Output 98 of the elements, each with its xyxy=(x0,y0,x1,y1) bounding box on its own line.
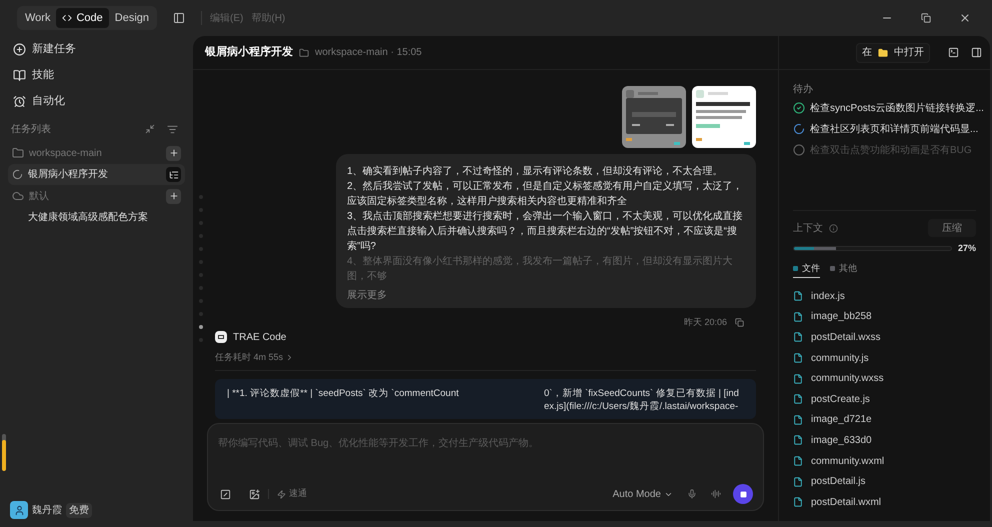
workspace-label: workspace-main · 15:05 xyxy=(315,46,422,60)
duration-toggle[interactable]: 任务耗时 4m 55s xyxy=(215,350,294,364)
plus-icon xyxy=(168,148,178,158)
file-icon xyxy=(793,456,803,466)
file-icon xyxy=(793,291,803,302)
folder-icon xyxy=(878,48,888,58)
list-tree-icon xyxy=(168,170,178,180)
table-row-text: 0`，新增 `fixSeedCounts` 修复已有数据 | [index.js](file:///c:/Users/魏丹霞/.lastai/workspace- xyxy=(544,387,740,413)
speed-button[interactable]: 速通 xyxy=(277,487,307,501)
cloud-icon xyxy=(12,190,24,202)
section-title: 任务列表 xyxy=(11,122,52,136)
task-title: 银屑病小程序开发 xyxy=(205,44,293,60)
file-item[interactable]: image_d721e xyxy=(793,410,976,430)
task-item[interactable]: 大健康领域高级感配色方案 xyxy=(8,207,185,228)
file-item[interactable]: community.wxml xyxy=(793,450,976,472)
message-text: 2、然后我尝试了发帖，可以正常发布，但是自定义标签感觉有用户自定义填写，太泛了，应该固定标签类型名称，这样用户搜索相关内容也更精准和齐全 xyxy=(347,180,744,209)
add-task-button[interactable] xyxy=(166,188,181,204)
open-in-prefix: 在 xyxy=(862,46,872,60)
nav-item[interactable]: 自动化 xyxy=(8,88,185,114)
folder-icon xyxy=(12,147,24,159)
nav-item[interactable]: 技能 xyxy=(8,62,185,88)
terminal-icon[interactable] xyxy=(948,47,959,58)
restore-icon[interactable] xyxy=(921,13,931,23)
lightning-icon xyxy=(277,490,286,498)
message-text: 4、整体界面没有像小红书那样的感觉，我发布一篇帖子，有图片，但却没有显示图片大图，不够 xyxy=(347,254,734,284)
microphone-icon[interactable] xyxy=(687,489,697,499)
context-tab[interactable]: 文件 xyxy=(793,262,820,278)
mode-dropdown[interactable]: Auto Mode xyxy=(612,486,673,502)
todo-text: 检查双击点赞功能和动画是否有BUG xyxy=(810,144,972,158)
group-name: workspace-main xyxy=(29,146,103,160)
prompt-input[interactable]: 帮你编写代码、调试 Bug、优化性能等开发工作，交付生产级代码产物。 xyxy=(218,436,753,451)
file-icon xyxy=(793,497,803,508)
message-time: 昨天 20:06 xyxy=(684,316,727,329)
file-item[interactable]: postDetail.wxml xyxy=(793,492,976,513)
filter-icon[interactable] xyxy=(167,124,178,134)
file-item[interactable]: index.js xyxy=(793,286,976,307)
panel-toggle-icon[interactable] xyxy=(971,47,982,58)
agent-name: TRAE Code xyxy=(233,330,286,344)
file-item[interactable]: postCreate.js xyxy=(793,388,976,410)
sidebar-toggle-icon[interactable] xyxy=(173,12,186,24)
file-icon xyxy=(793,332,803,342)
compress-button[interactable]: 压缩 xyxy=(928,219,976,237)
image-icon[interactable] xyxy=(249,488,260,500)
stop-button[interactable] xyxy=(733,484,753,504)
alarm-clock-icon xyxy=(13,94,26,108)
audio-wave-icon[interactable] xyxy=(711,489,721,499)
todo-text: 检查社区列表页和详情页前端代码显... xyxy=(810,122,978,136)
stop-icon xyxy=(740,490,746,498)
mode-tab[interactable]: Work xyxy=(19,8,56,28)
file-item[interactable]: postDetail.wxss xyxy=(793,327,976,348)
file-item[interactable]: image_633d0 xyxy=(793,430,976,451)
file-item[interactable]: postDetail.js xyxy=(793,471,976,492)
file-icon xyxy=(793,435,803,446)
mode-tab[interactable]: Code xyxy=(56,8,109,28)
plus-circle-icon xyxy=(13,42,26,56)
context-tab[interactable]: 其他 xyxy=(830,262,857,278)
context-percent: 27% xyxy=(958,242,976,255)
nav-item[interactable]: 新建任务 xyxy=(8,36,185,62)
file-item[interactable]: community.js xyxy=(793,348,976,368)
file-icon xyxy=(793,394,803,404)
task-title: 大健康领域高级感配色方案 xyxy=(28,210,149,225)
task-item[interactable]: 银屑病小程序开发 xyxy=(8,164,185,185)
file-icon xyxy=(793,414,803,425)
add-task-button[interactable] xyxy=(166,146,181,160)
show-more-link[interactable]: 展示更多 xyxy=(347,288,387,303)
spinner-icon xyxy=(12,169,23,180)
file-icon xyxy=(793,476,803,487)
copy-icon[interactable] xyxy=(735,318,744,328)
table-row-text: | **1. 评论数虚假** | `seedPosts` 改为 `commentCount xyxy=(227,387,460,401)
file-item[interactable]: image_bb258 xyxy=(793,306,976,328)
slash-command-icon[interactable] xyxy=(220,488,231,500)
code-icon xyxy=(62,13,72,23)
plan-badge: 免费 xyxy=(66,502,92,518)
message-text: 1、确实看到帖子内容了，不过奇怪的，显示有评论条数，但却没有评论，不太合理。 xyxy=(347,164,724,179)
todo-title: 待办 xyxy=(793,82,814,97)
open-in-folder-button[interactable]: 在 中打开 xyxy=(856,42,930,62)
file-icon xyxy=(793,312,803,322)
mode-tab[interactable]: Design xyxy=(108,8,156,28)
file-item[interactable]: community.wxss xyxy=(793,368,976,389)
book-icon xyxy=(13,68,26,82)
task-title: 银屑病小程序开发 xyxy=(28,168,109,182)
plus-icon xyxy=(168,191,178,201)
collapse-icon[interactable] xyxy=(145,124,155,134)
info-icon[interactable] xyxy=(829,224,838,232)
context-title: 上下文 xyxy=(793,222,823,236)
agent-logo-icon xyxy=(215,331,227,343)
task-outline-button[interactable] xyxy=(166,167,181,182)
close-icon[interactable] xyxy=(959,12,971,24)
file-icon xyxy=(793,353,803,364)
file-icon xyxy=(793,374,803,384)
message-text: 3、我点击顶部搜索栏想要进行搜索时，会弹出一个输入窗口，不太美观，可以优化成直接点击搜索栏直接输入后并确认搜索吗？，而且搜索栏右边的“发帖”按钮不对，不应该是“搜索”吗? xyxy=(347,210,744,254)
user-icon xyxy=(14,504,24,516)
folder-icon xyxy=(299,48,309,58)
group-name: 默认 xyxy=(29,190,50,204)
avatar[interactable] xyxy=(10,501,28,519)
open-in-suffix: 中打开 xyxy=(894,46,924,60)
user-name: 魏丹霞 xyxy=(32,504,62,518)
todo-text: 检查syncPosts云函数图片链接转换逻... xyxy=(810,102,984,116)
